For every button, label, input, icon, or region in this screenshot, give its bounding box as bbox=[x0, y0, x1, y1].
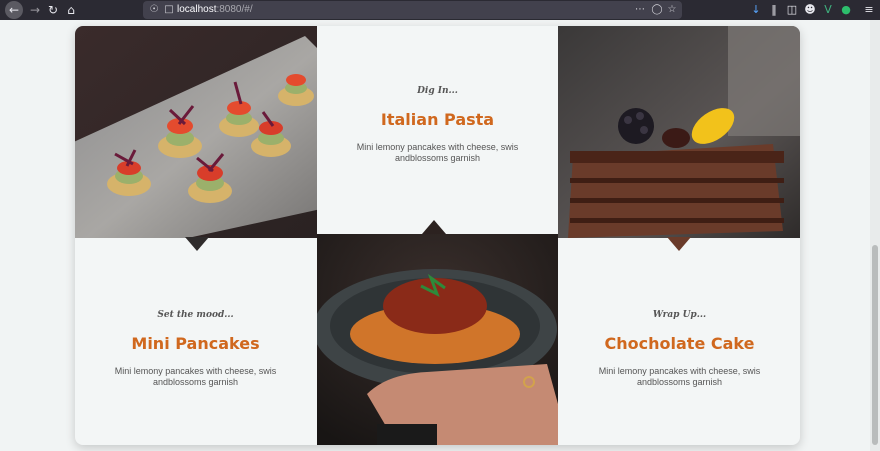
url-path: :8080/#/ bbox=[216, 4, 253, 15]
browser-toolbar: ← → ↻ ⌂ ☉ □ localhost:8080/#/ ⋯ ◯ ☆ ↓ ‖ … bbox=[0, 0, 880, 20]
menu-item-subtitle: Wrap Up... bbox=[652, 310, 707, 320]
menu-item-subtitle: Dig In... bbox=[417, 86, 458, 96]
forward-icon[interactable]: → bbox=[26, 1, 44, 19]
pasta-image bbox=[317, 234, 558, 445]
canapes-image bbox=[75, 26, 317, 238]
menu-item-italian-pasta: Dig In... Italian Pasta Mini lemony panc… bbox=[317, 26, 558, 236]
bookmark-star-icon[interactable]: ☆ bbox=[665, 1, 679, 19]
menu-item-title: Italian Pasta bbox=[380, 110, 495, 129]
scrollbar-thumb[interactable] bbox=[872, 245, 878, 445]
extension-icon[interactable]: ● bbox=[838, 1, 854, 19]
sidebar-icon[interactable]: ◫ bbox=[784, 1, 800, 19]
back-icon[interactable]: ← bbox=[5, 1, 23, 19]
url-text[interactable]: localhost:8080/#/ bbox=[177, 1, 253, 19]
shield-icon[interactable]: ☉ bbox=[147, 1, 161, 19]
chocolate-cake-image bbox=[558, 26, 800, 238]
menu-item-title: Mini Pancakes bbox=[131, 334, 260, 353]
url-host: localhost bbox=[177, 4, 217, 15]
account-icon[interactable]: ☻ bbox=[802, 1, 818, 19]
menu-item-title: Chocholate Cake bbox=[604, 334, 755, 353]
menu-item-description: Mini lemony pancakes with cheese, swis a… bbox=[598, 366, 761, 387]
menu-item-description: Mini lemony pancakes with cheese, swis a… bbox=[114, 366, 277, 387]
blackberry bbox=[618, 108, 654, 144]
menu-icon[interactable]: ≡ bbox=[861, 1, 877, 19]
menu-card: Dig In... Italian Pasta Mini lemony panc… bbox=[75, 26, 800, 445]
more-actions-icon[interactable]: ⋯ bbox=[633, 1, 647, 19]
pocket-icon[interactable]: ◯ bbox=[650, 1, 664, 19]
vue-devtools-icon[interactable]: V bbox=[820, 1, 836, 19]
menu-item-chocolate-cake: Wrap Up... Chocholate Cake Mini lemony p… bbox=[559, 238, 800, 445]
page-icon[interactable]: □ bbox=[162, 1, 176, 19]
menu-item-mini-pancakes: Set the mood... Mini Pancakes Mini lemon… bbox=[75, 238, 316, 445]
library-icon[interactable]: ‖ bbox=[766, 1, 782, 19]
reload-icon[interactable]: ↻ bbox=[44, 1, 62, 19]
menu-item-subtitle: Set the mood... bbox=[157, 310, 234, 320]
address-bar[interactable]: ☉ □ localhost:8080/#/ ⋯ ◯ ☆ bbox=[143, 1, 682, 19]
home-icon[interactable]: ⌂ bbox=[62, 1, 80, 19]
pasta-pointer bbox=[422, 220, 446, 234]
downloads-icon[interactable]: ↓ bbox=[748, 1, 764, 19]
menu-item-description: Mini lemony pancakes with cheese, swis a… bbox=[356, 142, 519, 163]
